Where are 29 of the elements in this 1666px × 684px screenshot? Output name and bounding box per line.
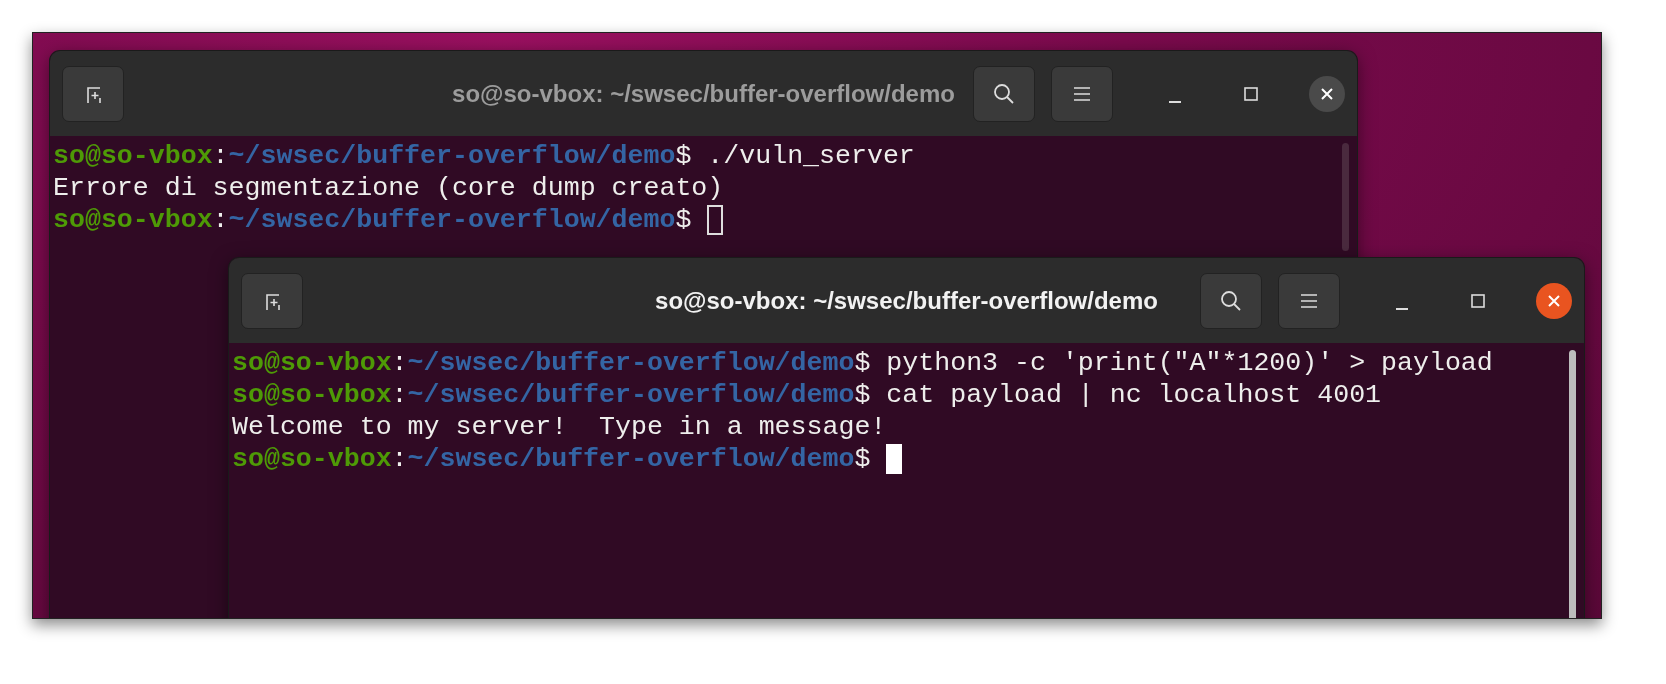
scrollbar[interactable] [1569,350,1576,618]
close-button[interactable] [1536,282,1572,319]
terminal-line: so@so-vbox:~/swsec/buffer-overflow/demo$ [232,443,871,475]
new-tab-button[interactable] [241,272,303,329]
terminal-line: so@so-vbox:~/swsec/buffer-overflow/demo$ [53,204,692,236]
menu-icon [1300,292,1318,309]
close-icon [1320,86,1334,101]
maximize-icon [1471,293,1485,308]
window-title: so@so-vbox: ~/swsec/buffer-overflow/demo [452,78,955,109]
minimize-icon [1395,306,1409,311]
search-icon [1220,289,1242,312]
close-icon [1547,293,1561,308]
search-button[interactable] [1200,272,1262,329]
menu-button[interactable] [1051,65,1113,122]
terminal-line: so@so-vbox:~/swsec/buffer-overflow/demo$ ./vuln_server [53,140,915,172]
menu-button[interactable] [1278,272,1340,329]
close-button[interactable] [1309,75,1345,112]
window-title: so@so-vbox: ~/swsec/buffer-overflow/demo [655,285,1158,316]
maximize-icon [1244,86,1258,101]
terminal-line: Welcome to my server! Type in a message! [232,411,887,443]
new-tab-button[interactable] [62,65,124,122]
terminal-line: so@so-vbox:~/swsec/buffer-overflow/demo$ cat payload | nc localhost 4001 [232,379,1382,411]
search-icon [993,82,1015,105]
terminal-line: so@so-vbox:~/swsec/buffer-overflow/demo$ python3 -c 'print("A"*1200)' > payload [232,347,1493,379]
scrollbar[interactable] [1342,143,1349,251]
terminal-line: Errore di segmentazione (core dump creato) [53,172,724,204]
minimize-icon [1168,99,1182,104]
menu-icon [1073,85,1091,102]
search-button[interactable] [973,65,1035,122]
